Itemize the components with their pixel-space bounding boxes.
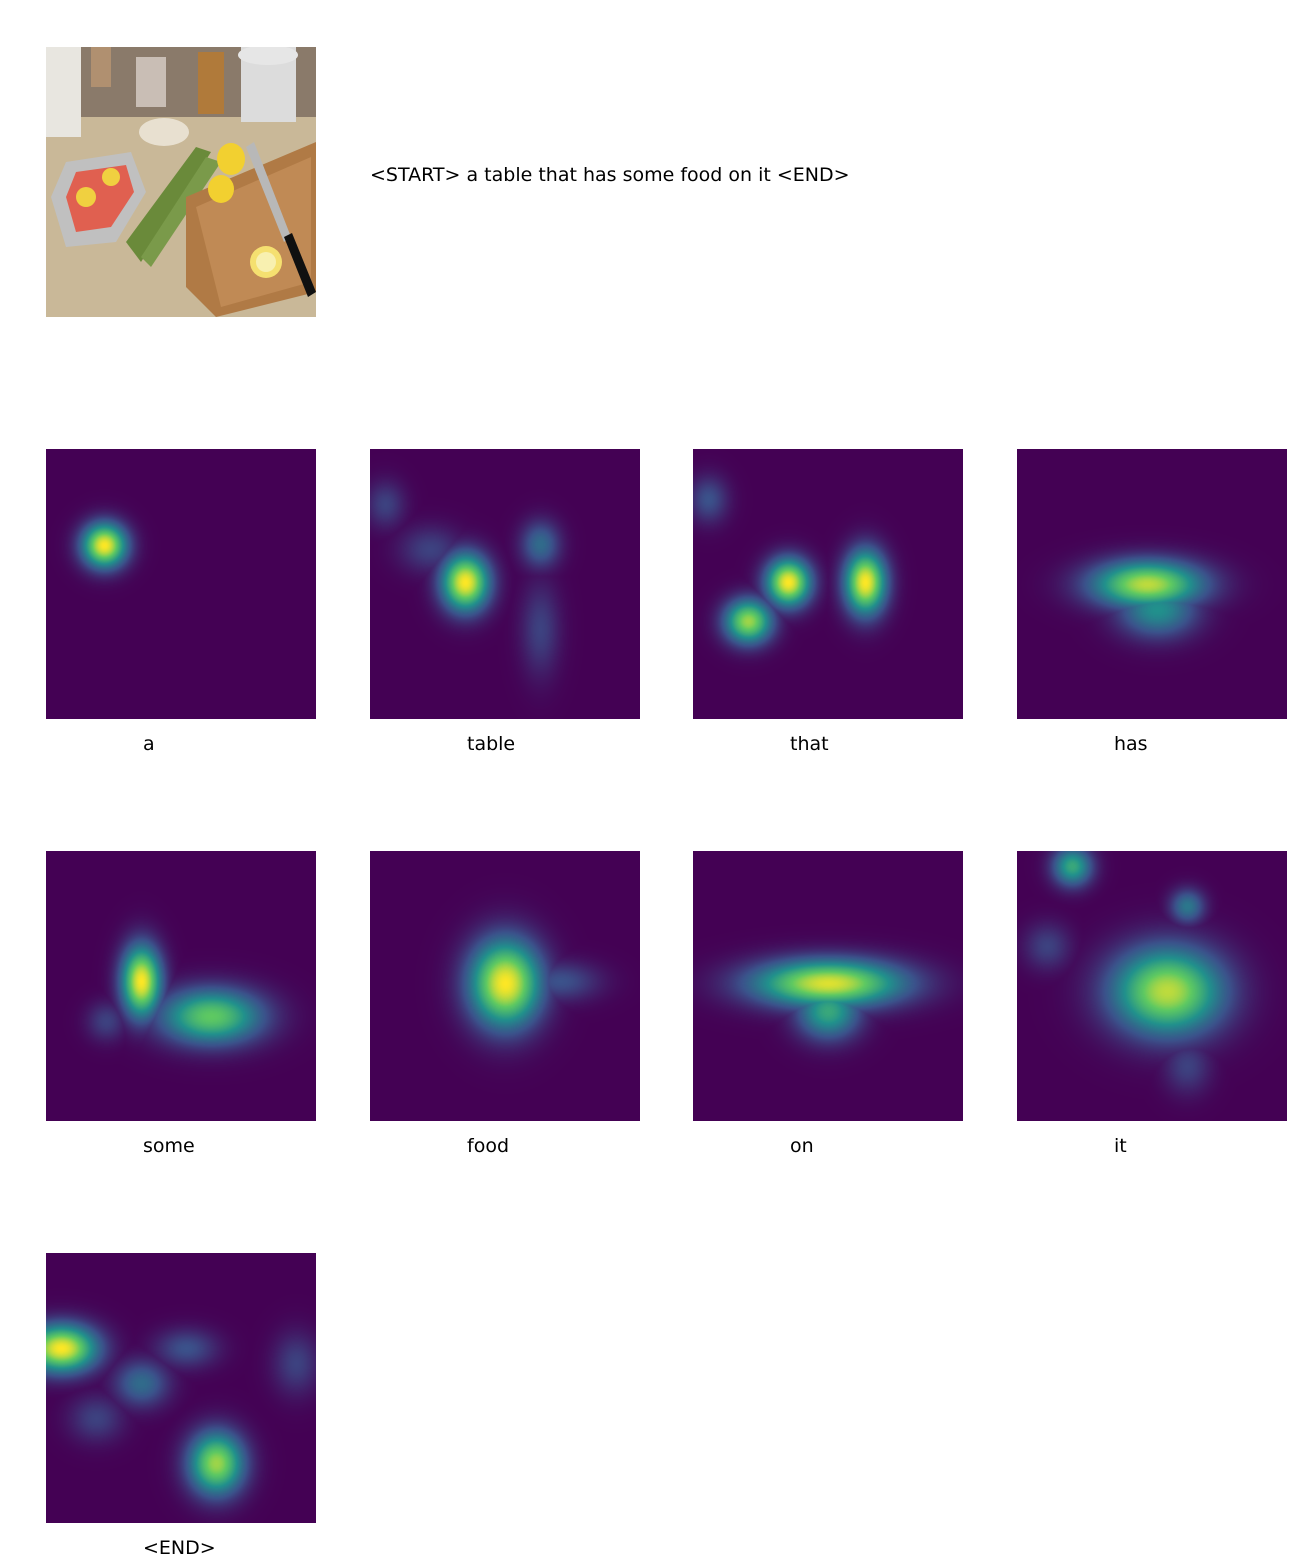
attention-map-end <box>46 1253 316 1523</box>
attention-word: has <box>1114 733 1148 755</box>
source-photo <box>46 47 316 317</box>
attention-map-it <box>1017 851 1287 1121</box>
attention-word: a <box>143 733 155 755</box>
attention-map-has <box>1017 449 1287 719</box>
attention-map-that <box>693 449 963 719</box>
generated-caption: <START> a table that has some food on it… <box>370 164 850 186</box>
attention-word: it <box>1114 1135 1127 1157</box>
attention-word: <END> <box>143 1537 216 1559</box>
kitchen-counter-photo-icon <box>46 47 316 317</box>
attention-map-on <box>693 851 963 1121</box>
attention-map-table <box>370 449 640 719</box>
attention-word: table <box>467 733 516 755</box>
attention-word: on <box>790 1135 814 1157</box>
attention-map-a <box>46 449 316 719</box>
attention-map-food <box>370 851 640 1121</box>
attention-map-some <box>46 851 316 1121</box>
attention-word: some <box>143 1135 195 1157</box>
attention-word: that <box>790 733 829 755</box>
attention-word: food <box>467 1135 509 1157</box>
